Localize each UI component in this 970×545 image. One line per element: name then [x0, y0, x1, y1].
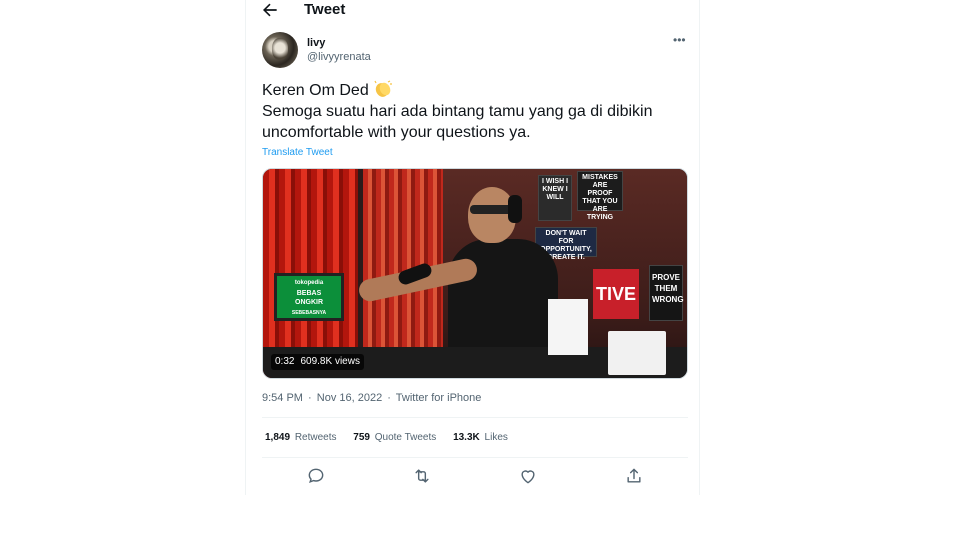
- tweet-time[interactable]: 9:54 PM: [262, 392, 303, 404]
- page-title: Tweet: [304, 1, 346, 18]
- clapping-hands-icon: [374, 80, 393, 97]
- tweet-column: Tweet livy @livyyrenata ••• Keren Om Ded…: [245, 0, 700, 495]
- video-poster-1: I WISH I KNEW I WILL: [538, 175, 572, 221]
- tweet-meta: 9:54 PM · Nov 16, 2022 · Twitter for iPh…: [262, 392, 481, 404]
- more-options-icon[interactable]: •••: [673, 33, 686, 47]
- like-icon[interactable]: [518, 466, 538, 486]
- video-poster-4: PROVE THEM WRONG: [649, 265, 684, 321]
- video-player[interactable]: I WISH I KNEW I WILL MISTAKES ARE PROOF …: [262, 168, 688, 379]
- video-poster-5: TIVE: [593, 269, 639, 319]
- tweet-line-2: Semoga suatu hari ada bintang tamu yang …: [262, 103, 653, 120]
- video-duration: 0:32: [275, 356, 295, 367]
- tweet-text: Keren Om Ded Semoga suatu hari ada binta…: [262, 80, 692, 143]
- share-icon[interactable]: [624, 466, 644, 486]
- video-frame-screen: tokopedia BEBAS ONGKIR SEBEBASNYA: [274, 273, 344, 321]
- retweets-stat[interactable]: 1,849 Retweets: [265, 432, 337, 443]
- tweet-source[interactable]: Twitter for iPhone: [396, 392, 482, 404]
- quote-tweets-stat[interactable]: 759 Quote Tweets: [353, 432, 436, 443]
- divider: [262, 417, 688, 418]
- reply-icon[interactable]: [306, 466, 326, 486]
- author-name[interactable]: livy: [307, 37, 325, 49]
- video-info-badge: 0:32 609.8K views: [271, 354, 364, 370]
- avatar[interactable]: [262, 32, 298, 68]
- video-frame-box-2: [608, 331, 666, 375]
- tweet-date[interactable]: Nov 16, 2022: [317, 392, 382, 404]
- video-frame-headphone: [508, 195, 522, 223]
- meta-separator-2: ·: [387, 392, 391, 404]
- translate-tweet-link[interactable]: Translate Tweet: [262, 147, 333, 158]
- retweet-icon[interactable]: [412, 466, 432, 486]
- tweet-line-3: uncomfortable with your questions ya.: [262, 124, 531, 141]
- divider-2: [262, 457, 688, 458]
- author-handle[interactable]: @livyyrenata: [307, 51, 371, 63]
- video-frame-box: [548, 299, 588, 355]
- video-views: 609.8K views: [300, 356, 360, 367]
- back-arrow-icon[interactable]: [260, 0, 280, 20]
- meta-separator: ·: [308, 392, 312, 404]
- tweet-line-1: Keren Om Ded: [262, 82, 369, 99]
- likes-stat[interactable]: 13.3K Likes: [453, 432, 508, 443]
- tweet-header: Tweet: [246, 0, 699, 22]
- video-poster-2: MISTAKES ARE PROOF THAT YOU ARE TRYING: [577, 171, 623, 221]
- tweet-actions: [262, 464, 688, 488]
- tweet-stats: 1,849 Retweets 759 Quote Tweets 13.3K Li…: [265, 432, 522, 443]
